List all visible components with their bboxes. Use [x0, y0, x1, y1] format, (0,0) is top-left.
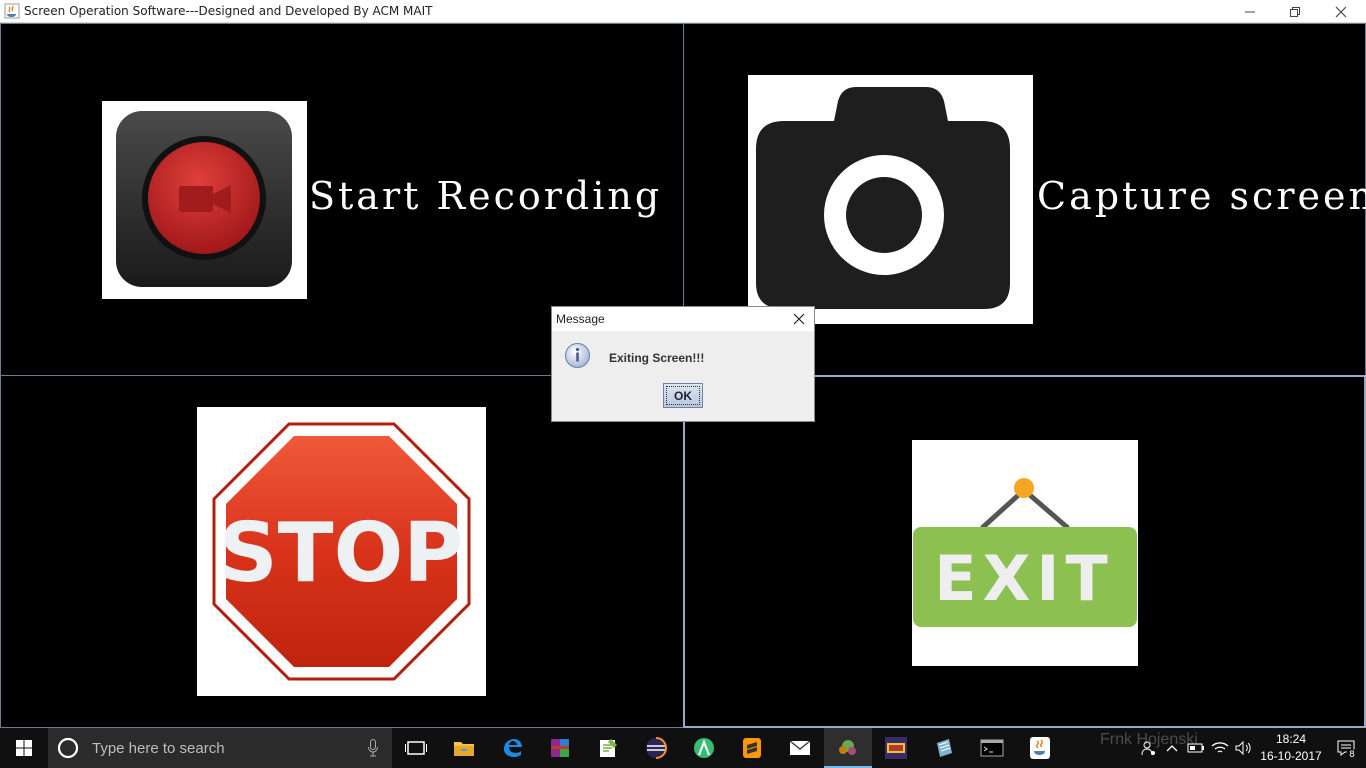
mail-taskbar-button[interactable]: [776, 728, 824, 768]
ok-button[interactable]: OK: [663, 383, 703, 408]
search-placeholder: Type here to search: [92, 739, 225, 757]
people-button[interactable]: [1136, 728, 1160, 768]
exit-text: EXIT: [934, 542, 1114, 615]
sublime-text-taskbar-button[interactable]: [728, 728, 776, 768]
window-title: Screen Operation Software---Designed and…: [24, 4, 433, 18]
show-hidden-icons-button[interactable]: [1160, 728, 1184, 768]
minimize-icon: [1245, 11, 1255, 12]
close-button[interactable]: [1318, 0, 1364, 23]
java-app-taskbar-button[interactable]: [824, 728, 872, 768]
winrar-taskbar-button[interactable]: [536, 728, 584, 768]
dialog-message: Exiting Screen!!!: [609, 351, 705, 365]
android-studio-icon: [694, 738, 714, 758]
taskbar-search-box[interactable]: Type here to search: [48, 728, 392, 768]
wifi-icon: [1211, 742, 1229, 753]
file-explorer-taskbar-button[interactable]: [440, 728, 488, 768]
notepad-taskbar-button[interactable]: [920, 728, 968, 768]
wifi-button[interactable]: [1208, 728, 1232, 768]
windows-logo-icon: [16, 740, 32, 756]
game-taskbar-button[interactable]: [872, 728, 920, 768]
battery-button[interactable]: [1184, 728, 1208, 768]
record-button-icon: [116, 111, 292, 287]
game-icon: [885, 737, 907, 759]
taskbar-clock[interactable]: 18:24 16-10-2017: [1256, 731, 1326, 765]
java-app-icon: [4, 3, 20, 19]
volume-button[interactable]: [1232, 728, 1256, 768]
window-titlebar: Screen Operation Software---Designed and…: [0, 0, 1366, 23]
cmd-taskbar-button[interactable]: [968, 728, 1016, 768]
stop-sign-image: STOP: [197, 407, 486, 696]
dialog-close-button[interactable]: [790, 310, 808, 328]
sublime-text-icon: [743, 738, 761, 758]
message-dialog: Message Exiting Screen!!! OK: [551, 306, 815, 422]
taskbar: Type here to search Frnk Hojenski 18:24 …: [0, 728, 1366, 768]
stop-sign-icon: STOP: [212, 422, 471, 681]
camera-image: [748, 75, 1033, 324]
stop-button[interactable]: STOP: [0, 375, 684, 728]
chevron-up-icon: [1166, 745, 1178, 752]
eclipse-icon: [646, 737, 667, 759]
notepad-icon: [937, 739, 952, 757]
notification-count-badge: 8: [1346, 749, 1358, 761]
system-tray: 18:24 16-10-2017 8: [1136, 728, 1366, 768]
eclipse-taskbar-button[interactable]: [632, 728, 680, 768]
task-view-icon: [405, 741, 427, 755]
close-icon: [1335, 6, 1347, 17]
winrar-icon: [551, 739, 569, 757]
mail-icon: [789, 740, 811, 755]
java-taskbar-button[interactable]: [1016, 728, 1064, 768]
stop-text: STOP: [219, 506, 464, 601]
clock-time: 18:24: [1275, 732, 1307, 746]
capture-screen-label: Capture screen: [1037, 174, 1366, 218]
exit-button[interactable]: EXIT: [683, 375, 1366, 728]
restore-icon: [1290, 6, 1300, 17]
microphone-icon[interactable]: [368, 739, 378, 757]
start-recording-label: Start Recording: [309, 174, 663, 218]
dialog-title: Message: [556, 312, 605, 326]
java-app-taskbar-icon: [839, 740, 856, 755]
edge-taskbar-button[interactable]: [488, 728, 536, 768]
exit-sign-icon: EXIT: [913, 478, 1137, 627]
task-view-button[interactable]: [392, 728, 440, 768]
camera-icon: [756, 87, 1010, 309]
cmd-icon: [980, 739, 1004, 757]
exit-sign-image: EXIT: [912, 440, 1138, 666]
notepad-plus-taskbar-button[interactable]: [584, 728, 632, 768]
edge-icon: [504, 739, 522, 757]
battery-icon: [1187, 743, 1204, 753]
restore-button[interactable]: [1272, 0, 1318, 23]
android-studio-taskbar-button[interactable]: [680, 728, 728, 768]
notepad-plus-icon: [600, 739, 617, 757]
volume-icon: [1235, 741, 1251, 755]
folder-icon: [454, 742, 474, 756]
dialog-titlebar: Message: [552, 307, 814, 331]
cortana-icon: [57, 737, 79, 759]
java-icon: [1030, 737, 1050, 759]
record-button-image: [102, 101, 307, 299]
minimize-button[interactable]: [1227, 0, 1273, 23]
start-button[interactable]: [0, 728, 48, 768]
action-center-button[interactable]: 8: [1326, 728, 1366, 768]
clock-date: 16-10-2017: [1260, 749, 1322, 763]
people-icon: [1141, 741, 1155, 756]
info-icon: [565, 343, 590, 368]
close-icon: [793, 313, 805, 325]
